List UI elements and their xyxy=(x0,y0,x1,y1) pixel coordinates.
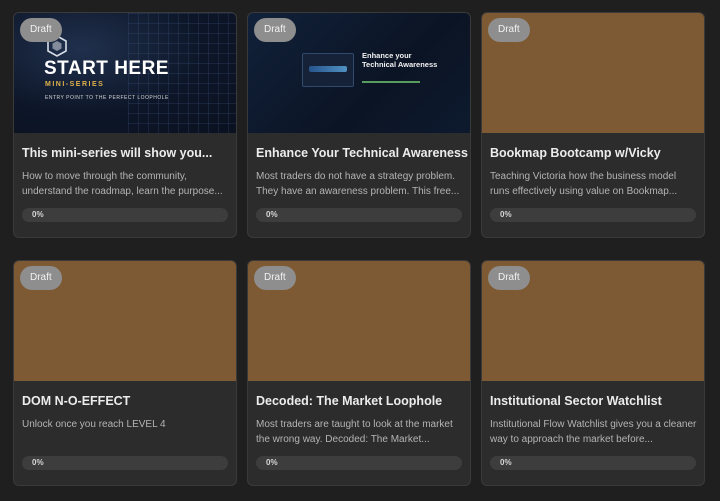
course-title[interactable]: Institutional Sector Watchlist xyxy=(490,394,702,408)
thumbnail-subhead: MINI-SERIES xyxy=(45,81,105,88)
thumbnail-tagline: ENTRY POINT TO THE PERFECT LOOPHOLE xyxy=(45,95,169,101)
progress-label: 0% xyxy=(266,458,278,467)
draft-badge: Draft xyxy=(488,266,530,290)
course-title[interactable]: Bookmap Bootcamp w/Vicky xyxy=(490,146,702,160)
course-description: Institutional Flow Watchlist gives you a… xyxy=(490,419,697,445)
draft-badge: Draft xyxy=(254,266,296,290)
progress-label: 0% xyxy=(500,210,512,219)
thumbnail-headline: START HERE xyxy=(44,58,169,79)
course-card[interactable]: Draft DOM N-O-EFFECT Unlock once you rea… xyxy=(13,260,237,486)
progress-bar: 0% xyxy=(490,456,696,470)
course-title[interactable]: This mini-series will show you... xyxy=(22,146,234,160)
progress-label: 0% xyxy=(32,458,44,467)
course-description: Most traders do not have a strategy prob… xyxy=(256,171,460,197)
course-card[interactable]: START HERE MINI-SERIES ENTRY POINT TO TH… xyxy=(13,12,237,238)
course-description: Teaching Victoria how the business model… xyxy=(490,171,678,197)
progress-bar: 0% xyxy=(22,208,228,222)
thumbnail-headline: Enhance your Technical Awareness xyxy=(362,51,438,69)
progress-bar: 0% xyxy=(22,456,228,470)
course-title[interactable]: Decoded: The Market Loophole xyxy=(256,394,468,408)
course-card[interactable]: Enhance your Technical Awareness Draft E… xyxy=(247,12,471,238)
progress-label: 0% xyxy=(266,210,278,219)
course-description: How to move through the community, under… xyxy=(22,171,223,197)
course-description: Most traders are taught to look at the m… xyxy=(256,419,453,445)
progress-label: 0% xyxy=(32,210,44,219)
draft-badge: Draft xyxy=(254,18,296,42)
course-title[interactable]: DOM N-O-EFFECT xyxy=(22,394,234,408)
draft-badge: Draft xyxy=(488,18,530,42)
progress-bar: 0% xyxy=(490,208,696,222)
progress-label: 0% xyxy=(500,458,512,467)
course-grid: START HERE MINI-SERIES ENTRY POINT TO TH… xyxy=(0,0,720,501)
course-card[interactable]: Draft Institutional Sector Watchlist Ins… xyxy=(481,260,705,486)
thumbnail-accent-line xyxy=(362,81,420,83)
course-card[interactable]: Draft Bookmap Bootcamp w/Vicky Teaching … xyxy=(481,12,705,238)
thumbnail-screen-graphic xyxy=(302,53,354,87)
course-title[interactable]: Enhance Your Technical Awareness xyxy=(256,146,468,160)
course-description: Unlock once you reach LEVEL 4 xyxy=(22,419,166,430)
course-card[interactable]: Draft Decoded: The Market Loophole Most … xyxy=(247,260,471,486)
progress-bar: 0% xyxy=(256,208,462,222)
draft-badge: Draft xyxy=(20,18,62,42)
draft-badge: Draft xyxy=(20,266,62,290)
progress-bar: 0% xyxy=(256,456,462,470)
